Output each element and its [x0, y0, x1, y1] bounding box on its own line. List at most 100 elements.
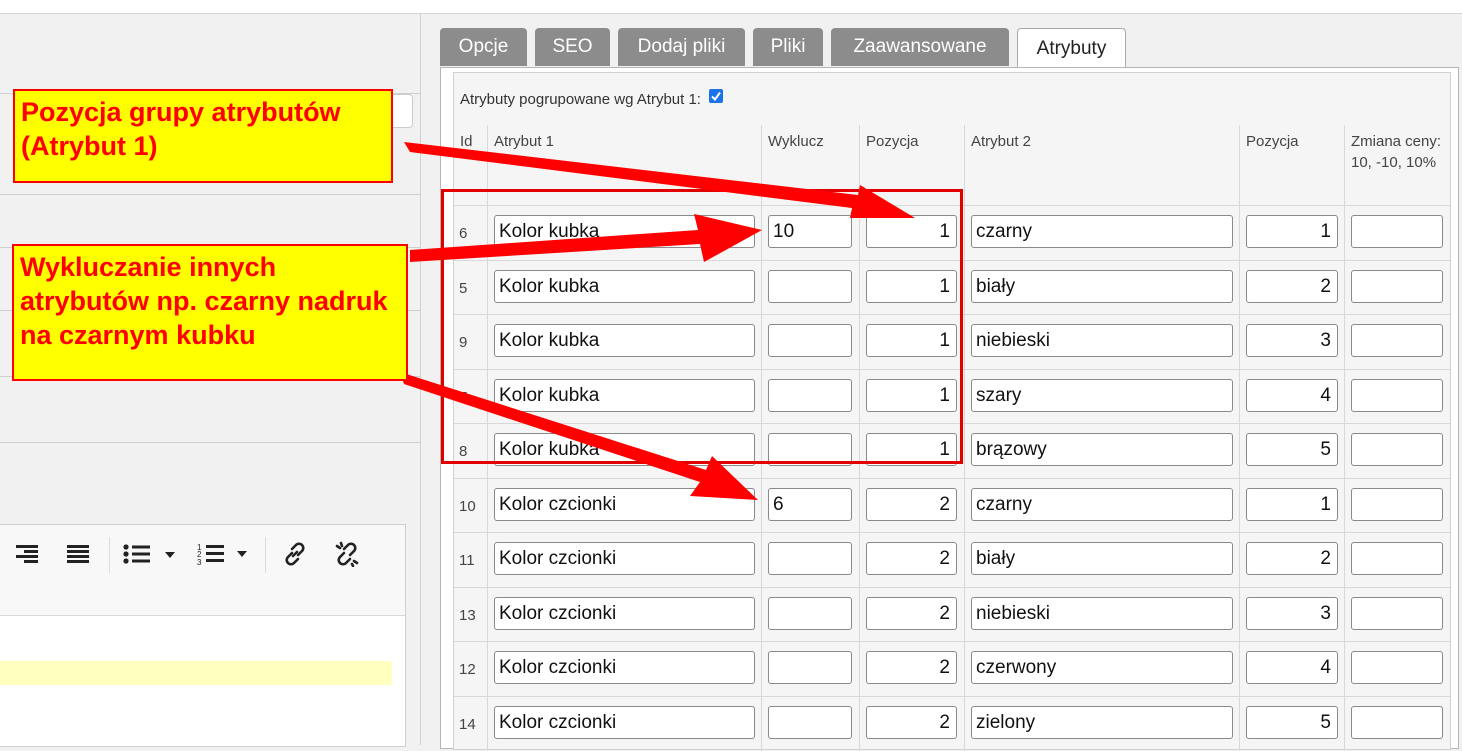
attr1-input[interactable]: Kolor czcionki — [494, 596, 755, 630]
divider — [0, 194, 420, 195]
highlight-box — [441, 189, 963, 464]
cell-price — [1344, 478, 1451, 533]
bullet-list-icon[interactable] — [122, 541, 180, 567]
align-justify-icon[interactable] — [64, 541, 92, 567]
cell-pos2: 5 — [1239, 424, 1345, 478]
price-input[interactable] — [1351, 542, 1443, 575]
attr2-input[interactable]: brązowy — [971, 433, 1233, 466]
cell-pos2: 4 — [1239, 642, 1345, 696]
price-input[interactable] — [1351, 651, 1443, 684]
attr1-input[interactable]: Kolor czcionki — [494, 542, 755, 575]
price-input[interactable] — [1351, 324, 1443, 357]
cell-attr2: brązowy — [964, 424, 1240, 478]
cell-pos2: 1 — [1239, 206, 1345, 260]
pos2-input[interactable]: 1 — [1246, 215, 1338, 248]
cell-price — [1344, 587, 1451, 642]
pos2-input[interactable]: 5 — [1246, 705, 1338, 739]
cell-attr2: biały — [964, 533, 1240, 587]
pos2-input[interactable]: 4 — [1246, 378, 1338, 412]
cell-attr2: czerwony — [964, 642, 1240, 696]
tab-atrybuty[interactable]: Atrybuty — [1017, 28, 1126, 68]
cell-pos1: 2 — [859, 533, 965, 587]
cell-exclude — [761, 533, 860, 587]
pos1-input[interactable]: 2 — [866, 487, 957, 521]
price-input[interactable] — [1351, 378, 1443, 412]
pos2-input[interactable]: 4 — [1246, 651, 1338, 684]
cell-id: 13 — [454, 588, 487, 642]
tab-zaawansowane[interactable]: Zaawansowane — [831, 28, 1009, 66]
price-input[interactable] — [1351, 596, 1443, 630]
cell-pos1: 2 — [859, 478, 965, 533]
price-input[interactable] — [1351, 705, 1443, 739]
attr2-input[interactable]: czarny — [971, 215, 1233, 248]
cell-attr2: szary — [964, 369, 1240, 424]
cell-attr1: Kolor czcionki — [487, 478, 762, 533]
pos2-input[interactable]: 2 — [1246, 542, 1338, 575]
cell-attr2: zielony — [964, 696, 1240, 751]
exclude-input[interactable] — [768, 705, 852, 739]
attr2-input[interactable]: szary — [971, 378, 1233, 412]
cell-pos2: 3 — [1239, 587, 1345, 642]
pos2-input[interactable]: 3 — [1246, 596, 1338, 630]
annotation-group-position: Pozycja grupy atrybutów (Atrybut 1) — [13, 89, 393, 183]
table-row: 10 Kolor czcionki 6 2 czarny 1 — [454, 477, 1451, 533]
cell-attr2: niebieski — [964, 587, 1240, 642]
pos2-input[interactable]: 5 — [1246, 433, 1338, 466]
pos2-input[interactable]: 3 — [1246, 324, 1338, 357]
highlighted-text-line — [0, 661, 392, 685]
cell-attr2: czarny — [964, 478, 1240, 533]
tab-seo[interactable]: SEO — [535, 28, 610, 66]
tab-pliki[interactable]: Pliki — [753, 28, 823, 66]
table-row: 14 Kolor czcionki 2 zielony 5 — [454, 695, 1450, 751]
table-row: 13 Kolor czcionki 2 niebieski 3 — [454, 586, 1451, 642]
grouped-checkbox[interactable] — [708, 88, 723, 103]
exclude-input[interactable]: 6 — [768, 487, 852, 521]
cell-exclude — [761, 642, 860, 696]
cell-pos2: 5 — [1239, 696, 1345, 751]
price-input[interactable] — [1351, 433, 1443, 466]
exclude-input[interactable] — [768, 651, 852, 684]
pos2-input[interactable]: 1 — [1246, 487, 1338, 521]
attr1-input[interactable]: Kolor czcionki — [494, 705, 755, 739]
link-icon[interactable] — [280, 541, 310, 567]
align-right-icon[interactable] — [12, 541, 40, 567]
row-id: 12 — [459, 661, 476, 678]
attr2-input[interactable]: niebieski — [971, 324, 1233, 357]
row-id: 11 — [459, 552, 475, 569]
row-id: 13 — [459, 606, 476, 624]
exclude-input[interactable] — [768, 542, 852, 575]
annotation-exclude: Wykluczanie innych atrybutów np. czarny … — [12, 244, 408, 381]
header-pos2: Pozycja — [1239, 125, 1344, 205]
attr2-input[interactable]: niebieski — [971, 596, 1233, 630]
unlink-icon[interactable] — [332, 541, 362, 567]
cell-id: 10 — [454, 479, 487, 533]
attr2-input[interactable]: biały — [971, 542, 1233, 575]
tab-opcje[interactable]: Opcje — [440, 28, 527, 66]
cell-pos2: 2 — [1239, 260, 1345, 315]
numbered-list-icon[interactable]: 123 — [196, 541, 254, 567]
pos1-input[interactable]: 2 — [866, 705, 957, 739]
toolbar-separator — [265, 537, 266, 573]
attr2-input[interactable]: zielony — [971, 705, 1233, 739]
attr1-input[interactable]: Kolor czcionki — [494, 651, 755, 684]
pos2-input[interactable]: 2 — [1246, 269, 1338, 303]
price-input[interactable] — [1351, 269, 1443, 303]
attr2-input[interactable]: czerwony — [971, 651, 1233, 684]
cell-attr2: biały — [964, 260, 1240, 315]
cell-price — [1344, 642, 1451, 696]
rich-text-editor[interactable]: 123 — [0, 524, 406, 747]
tab-dodaj-pliki[interactable]: Dodaj pliki — [618, 28, 745, 66]
attr1-input[interactable]: Kolor czcionki — [494, 487, 755, 521]
pos1-input[interactable]: 2 — [866, 651, 957, 684]
cell-price — [1344, 206, 1451, 260]
exclude-input[interactable] — [768, 596, 852, 630]
cell-pos2: 4 — [1239, 369, 1345, 424]
pos1-input[interactable]: 2 — [866, 596, 957, 630]
price-input[interactable] — [1351, 215, 1443, 248]
pos1-input[interactable]: 2 — [866, 542, 957, 575]
attr2-input[interactable]: czarny — [971, 487, 1233, 521]
cell-attr1: Kolor czcionki — [487, 587, 762, 642]
price-input[interactable] — [1351, 487, 1443, 521]
attr2-input[interactable]: biały — [971, 269, 1233, 303]
toolbar-separator — [109, 537, 110, 573]
